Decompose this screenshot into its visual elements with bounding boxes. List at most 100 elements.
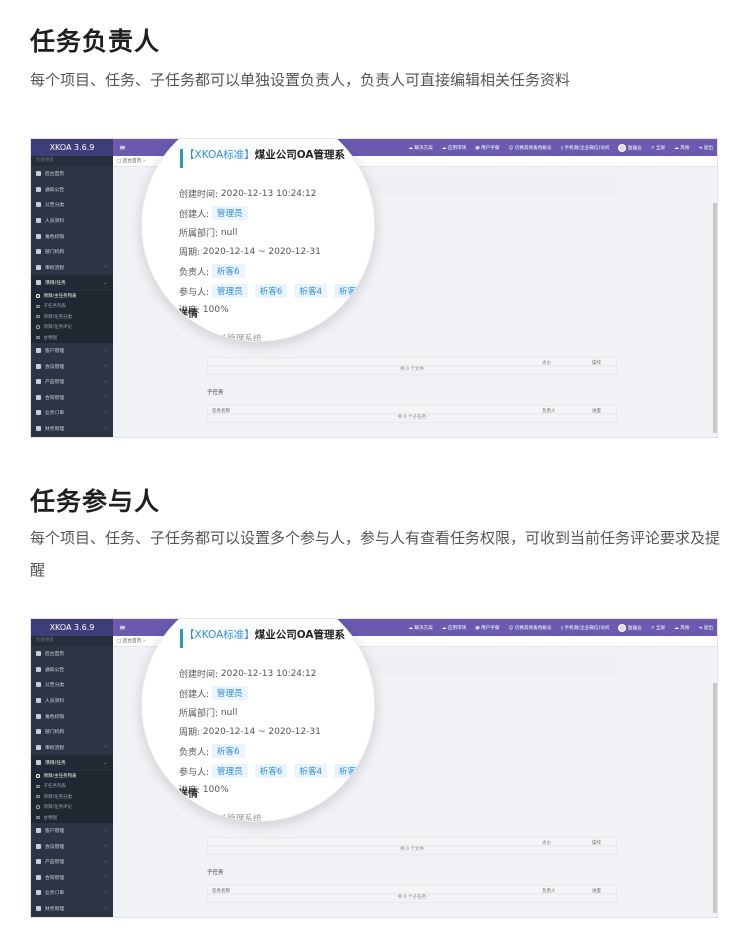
menu-item-icon bbox=[36, 425, 41, 431]
sidebar-item[interactable]: 审批流程 ‹ bbox=[31, 260, 113, 276]
row-period: 周期: 2020-12-14 ~ 2020-12-31 bbox=[179, 726, 321, 739]
sidebar-item[interactable]: 会议管理 ‹ bbox=[31, 358, 113, 374]
nav-user-manual[interactable]: ▣ 用户手册 bbox=[475, 625, 499, 631]
nav-fullscreen[interactable]: ✕ 全屏 bbox=[651, 145, 666, 151]
sidebar-subitem[interactable]: 项目/任务评论 bbox=[31, 801, 113, 813]
menu-item-icon bbox=[36, 363, 41, 369]
row-creator: 创建人: 管理员 bbox=[179, 206, 255, 220]
menu-item-icon bbox=[36, 410, 41, 416]
sidebar-item[interactable]: 公告分类 bbox=[31, 197, 113, 213]
nav-solutions[interactable]: ☁ 解决方案 bbox=[408, 625, 432, 631]
nav-mobile[interactable]: ▯ 手机端(企业微信)访问 bbox=[561, 625, 610, 631]
sidebar-item[interactable]: 后台首页 bbox=[31, 166, 113, 182]
sidebar-subitem[interactable]: 项目/任务分类 bbox=[31, 311, 113, 322]
nav-style[interactable]: ☁ 风格 bbox=[674, 145, 689, 151]
nav-user[interactable]: 管理员 bbox=[618, 143, 642, 152]
sidebar-item[interactable]: 会议管理 ‹ bbox=[31, 838, 113, 854]
sidebar-item[interactable]: 产品管理 ‹ bbox=[31, 374, 113, 390]
sidebar-item[interactable]: 合同管理 ‹ bbox=[31, 389, 113, 405]
sidebar-item[interactable]: 人员资料 bbox=[31, 213, 113, 229]
sidebar-item[interactable]: 通知公告 bbox=[31, 662, 113, 678]
sidebar-item[interactable]: 财务管理 ‹ bbox=[31, 421, 113, 437]
sidebar-item[interactable]: 审批流程 ‹ bbox=[31, 740, 113, 756]
app-logo: XKOA 3.6.9 bbox=[31, 619, 113, 636]
sidebar-search[interactable]: 功能搜索 bbox=[31, 156, 113, 166]
sidebar-subitem[interactable]: 甘特图 bbox=[31, 332, 113, 343]
sidebar-item[interactable]: 项目/任务 ⌄ bbox=[31, 275, 113, 291]
sidebar-item[interactable]: 角色权限 bbox=[31, 228, 113, 244]
chevron-icon: ‹ bbox=[105, 378, 107, 385]
sidebar-item[interactable]: 角色权限 bbox=[31, 708, 113, 724]
nav-style[interactable]: ☁ 风格 bbox=[674, 625, 689, 631]
sidebar-item[interactable]: 后台首页 bbox=[31, 646, 113, 662]
sidebar-subitem[interactable]: 项目/主任务列表 bbox=[31, 770, 113, 782]
sidebar-item[interactable]: 业务订单 ‹ bbox=[31, 405, 113, 421]
owner-tag[interactable]: 析客6 bbox=[211, 744, 245, 758]
menu-item-icon bbox=[36, 233, 41, 239]
menu-toggle-icon[interactable]: ≡ bbox=[119, 619, 126, 636]
sidebar-subitem-label: 项目/任务分类 bbox=[43, 314, 73, 320]
sidebar-item[interactable]: 通知公告 bbox=[31, 182, 113, 198]
sidebar-subitem-label: 项目/主任务列表 bbox=[43, 293, 77, 299]
sidebar-item[interactable]: 项目/任务 ⌄ bbox=[31, 755, 113, 771]
chevron-icon: ‹ bbox=[105, 409, 107, 416]
nav-fullscreen[interactable]: ✕ 全屏 bbox=[651, 625, 666, 631]
participant-tag[interactable]: 管理员 bbox=[211, 284, 248, 298]
sidebar-item[interactable]: 部门机构 bbox=[31, 244, 113, 260]
creator-tag[interactable]: 管理员 bbox=[211, 206, 248, 220]
creator-tag[interactable]: 管理员 bbox=[211, 686, 248, 700]
scrollbar[interactable] bbox=[713, 683, 717, 913]
menu-item-icon bbox=[36, 682, 41, 688]
sidebar-item[interactable]: 财务管理 ‹ bbox=[31, 901, 113, 917]
menu-toggle-icon[interactable]: ≡ bbox=[119, 139, 126, 156]
sidebar-item-label: 产品管理 bbox=[45, 860, 65, 866]
nav-switch-role[interactable]: ☺ 切换其他角色账号 bbox=[508, 625, 551, 631]
row-period: 周期: 2020-12-14 ~ 2020-12-31 bbox=[179, 246, 321, 259]
participant-tag[interactable]: 析客4 bbox=[294, 764, 328, 778]
sidebar-subitem-label: 项目/任务分类 bbox=[43, 794, 73, 800]
nav-app-market[interactable]: ☁ 应用市场 bbox=[442, 145, 466, 151]
participant-tag[interactable]: 析客4 bbox=[294, 284, 328, 298]
owner-tag[interactable]: 析客6 bbox=[211, 264, 245, 278]
participant-tag[interactable]: 管理员 bbox=[211, 764, 248, 778]
lens-content: 【XKOA标准】煤业公司OA管理系 创建时间: 2020-12-13 10:24… bbox=[142, 139, 374, 341]
sidebar-item[interactable]: 人员资料 bbox=[31, 693, 113, 709]
circle-icon bbox=[36, 314, 40, 319]
file-name[interactable]: 业OA管理系统 bbox=[206, 812, 261, 821]
sidebar-subitem[interactable]: 甘特图 bbox=[31, 812, 113, 823]
nav-switch-role[interactable]: ☺ 切换其他角色账号 bbox=[508, 145, 551, 151]
sidebar-item[interactable]: 产品管理 ‹ bbox=[31, 854, 113, 870]
participant-tag[interactable]: 析客6 bbox=[254, 284, 288, 298]
sidebar-item[interactable]: 客户管理 ‹ bbox=[31, 343, 113, 359]
nav-user[interactable]: 管理员 bbox=[618, 623, 642, 632]
menu-item-icon bbox=[36, 666, 41, 672]
sidebar-subitem[interactable]: 子任务列表 bbox=[31, 301, 113, 312]
nav-user-manual[interactable]: ▣ 用户手册 bbox=[475, 145, 499, 151]
participant-tag[interactable]: 析客7 bbox=[334, 284, 367, 298]
menu-item-icon bbox=[36, 859, 41, 865]
nav-app-market[interactable]: ☁ 应用市场 bbox=[442, 625, 466, 631]
participant-tag[interactable]: 析客7 bbox=[334, 764, 367, 778]
file-name[interactable]: 业OA管理系统 bbox=[206, 332, 261, 341]
sidebar-subitem[interactable]: 项目/主任务列表 bbox=[31, 290, 113, 302]
sidebar-subitem[interactable]: 项目/任务分类 bbox=[31, 791, 113, 802]
sidebar-subitem-label: 项目/主任务列表 bbox=[43, 773, 77, 779]
scrollbar[interactable] bbox=[713, 203, 717, 433]
participant-tag[interactable]: 析客6 bbox=[254, 764, 288, 778]
sidebar-item-label: 合同管理 bbox=[45, 875, 65, 881]
nav-logout[interactable]: ➜ 退出 bbox=[698, 145, 713, 151]
nav-logout[interactable]: ➜ 退出 bbox=[698, 625, 713, 631]
sidebar-item[interactable]: 客户管理 ‹ bbox=[31, 823, 113, 839]
sidebar-item[interactable]: 部门机构 bbox=[31, 724, 113, 740]
sidebar-subitem[interactable]: 项目/任务评论 bbox=[31, 321, 113, 333]
nav-mobile[interactable]: ▯ 手机端(企业微信)访问 bbox=[561, 145, 610, 151]
sidebar-item[interactable]: 合同管理 ‹ bbox=[31, 869, 113, 885]
sidebar-item[interactable]: 公告分类 bbox=[31, 677, 113, 693]
subtask-table-header: 任务名称 负责人 进度 bbox=[207, 885, 617, 894]
sidebar-search[interactable]: 功能搜索 bbox=[31, 636, 113, 646]
menu-item-icon bbox=[36, 218, 41, 224]
nav-solutions[interactable]: ☁ 解决方案 bbox=[408, 145, 432, 151]
sidebar-item[interactable]: 业务订单 ‹ bbox=[31, 885, 113, 901]
sidebar-item-label: 合同管理 bbox=[45, 395, 65, 401]
sidebar-subitem[interactable]: 子任务列表 bbox=[31, 781, 113, 792]
